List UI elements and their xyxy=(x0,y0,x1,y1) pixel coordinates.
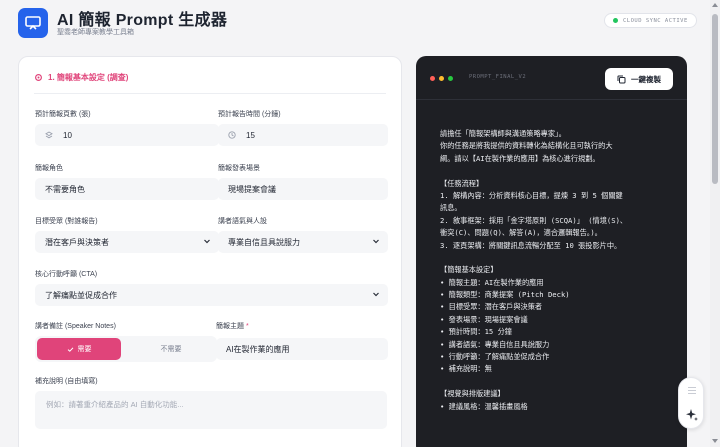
prompt-text: 請擔任「簡報架構師與溝通策略專家」。你的任務是將我提供的資料轉化為結構化且可執行… xyxy=(440,128,672,413)
extra-placeholder: 例如：請著重介紹產品的 AI 自動化功能... xyxy=(46,400,184,409)
extra-notes-textarea[interactable]: 例如：請著重介紹產品的 AI 自動化功能... xyxy=(35,391,387,429)
prompt-line: 你的任務是將我提供的資料轉化為結構化且可執行的大 xyxy=(440,141,613,151)
close-dot-icon xyxy=(430,76,435,81)
prompt-line xyxy=(440,252,672,264)
pages-input[interactable]: 10 xyxy=(35,124,219,146)
copy-icon xyxy=(617,75,626,83)
copy-button-label: 一鍵複製 xyxy=(631,74,661,84)
app-subtitle: 聖喬老師專案教學工具箱 xyxy=(57,29,134,36)
notes-yes-label: 需要 xyxy=(77,346,92,353)
scene-input[interactable]: 現場提案會議 xyxy=(218,178,388,200)
prompt-line: • 講者語氣：專業自信且具說服力 xyxy=(440,339,550,349)
prompt-line: • 簡報主題：AI在製作業的應用 xyxy=(440,277,544,287)
section-title-text: 1. 簡報基本設定 (調查) xyxy=(48,73,129,82)
audience-value: 潛在客戶與決策者 xyxy=(45,237,109,247)
cloud-sync-badge: CLOUD SYNC ACTIVE xyxy=(604,13,697,28)
cta-value: 了解痛點並促成合作 xyxy=(45,290,117,300)
duration-value: 15 xyxy=(246,130,255,140)
prompt-line: 衝突(C)、問題(Q)、解答(A)，適合邏輯報告。)。 xyxy=(440,228,602,238)
prompt-line: 2. 敘事框架：採用「金字塔原則 (SCQA)」 (情境(S)、 xyxy=(440,215,628,225)
prompt-line: 綱。請以【AI在製作業的應用】為核心進行規劃。 xyxy=(440,153,600,163)
scroll-up-arrow-icon[interactable] xyxy=(712,3,718,7)
audience-select[interactable]: 潛在客戶與決策者 xyxy=(35,231,219,253)
extra-label: 補充說明 (自由填寫) xyxy=(35,378,98,385)
chevron-down-icon xyxy=(373,292,379,297)
prompt-line: 【視覺與排版建議】 xyxy=(440,389,505,399)
prompt-line: 【簡報基本設定】 xyxy=(440,265,498,275)
prompt-preview-panel: PROMPT_FINAL_V2 一鍵複製 請擔任「簡報架構師與溝通策略專家」。你… xyxy=(416,56,687,447)
chevron-down-icon xyxy=(204,239,210,244)
chevron-down-icon xyxy=(373,239,379,244)
duration-label: 預計報告時間 (分鐘) xyxy=(218,111,281,118)
tone-label: 講者語氣與人設 xyxy=(218,218,267,225)
maximize-dot-icon xyxy=(448,76,453,81)
cta-label: 核心行動呼籲 (CTA) xyxy=(35,271,98,278)
prompt-line: 【任務流程】 xyxy=(440,178,484,188)
scroll-down-arrow-icon[interactable] xyxy=(712,439,718,443)
page-scrollbar[interactable] xyxy=(710,0,720,447)
layers-icon xyxy=(45,131,53,139)
divider xyxy=(34,93,386,94)
prompt-line: • 發表場景：現場提案會議 xyxy=(440,314,528,324)
divider xyxy=(416,99,687,100)
check-icon xyxy=(67,346,73,352)
status-dot-icon xyxy=(613,18,618,23)
topic-label: 簡報主題 * xyxy=(216,321,249,331)
pages-value: 10 xyxy=(63,130,72,140)
prompt-line: • 補充說明：無 xyxy=(440,364,492,374)
prompt-line: 1. 解構內容：分析資料核心目標，提煉 3 到 5 個關鍵 xyxy=(440,190,623,200)
scene-value: 現場提案會議 xyxy=(228,184,276,194)
tone-select[interactable]: 專業自信且具說服力 xyxy=(218,231,388,253)
speaker-notes-toggle: 需要 不需要 xyxy=(35,336,217,362)
preview-window-title: PROMPT_FINAL_V2 xyxy=(469,74,527,80)
audience-label: 目標受眾 (對誰報告) xyxy=(35,218,98,225)
app-header: AI 簡報 Prompt 生成器 聖喬老師專案教學工具箱 CLOUD SYNC … xyxy=(0,0,708,46)
duration-input[interactable]: 15 xyxy=(218,124,388,146)
cta-select[interactable]: 了解痛點並促成合作 xyxy=(35,284,388,306)
notes-no-option[interactable]: 不需要 xyxy=(129,338,213,360)
gear-icon xyxy=(35,74,42,81)
floating-tools xyxy=(678,377,704,429)
scroll-thumb[interactable] xyxy=(712,14,718,184)
prompt-line: • 建議風格：溫馨插畫風格 xyxy=(440,401,528,411)
notes-no-label: 不需要 xyxy=(160,346,182,353)
clock-icon xyxy=(228,131,236,139)
prompt-line: • 行動呼籲：了解痛點並促成合作 xyxy=(440,352,550,362)
topic-value: AI在製作業的應用 xyxy=(226,344,290,354)
topic-input[interactable]: AI在製作業的應用 xyxy=(216,338,388,360)
sparkle-icon[interactable] xyxy=(685,408,699,422)
copy-button[interactable]: 一鍵複製 xyxy=(605,68,673,90)
window-controls xyxy=(430,76,453,81)
minimize-dot-icon xyxy=(439,76,444,81)
prompt-line: • 目標受眾：潛在客戶與決策者 xyxy=(440,302,543,312)
tone-value: 專業自信且具說服力 xyxy=(228,237,300,247)
prompt-line xyxy=(440,376,672,388)
prompt-line: 3. 逐頁架構：將關鍵訊息流暢分配至 10 張投影片中。 xyxy=(440,240,622,250)
prompt-line: • 預計時間：15 分鐘 xyxy=(440,327,512,337)
pages-label: 預計簡報頁數 (張) xyxy=(35,111,91,118)
prompt-line: 訊息。 xyxy=(440,203,462,213)
required-marker: * xyxy=(245,323,249,330)
topic-label-text: 簡報主題 xyxy=(216,323,244,330)
role-value: 不需要角色 xyxy=(45,184,85,194)
settings-form-panel: 1. 簡報基本設定 (調查) 預計簡報頁數 (張) 10 預計報告時間 (分鐘)… xyxy=(18,56,402,447)
role-input[interactable]: 不需要角色 xyxy=(35,178,219,200)
sync-status-text: CLOUD SYNC ACTIVE xyxy=(623,17,688,24)
prompt-line xyxy=(440,165,672,177)
notes-label: 講者備註 (Speaker Notes) xyxy=(35,323,116,330)
menu-lines-icon[interactable] xyxy=(688,387,696,396)
prompt-line: 請擔任「簡報架構師與溝通策略專家」。 xyxy=(440,129,566,138)
scene-label: 簡報發表場景 xyxy=(218,165,260,172)
section-title: 1. 簡報基本設定 (調查) xyxy=(34,72,128,83)
role-label: 簡報角色 xyxy=(35,165,63,172)
prompt-line: • 簡報類型：商業提案 (Pitch Deck) xyxy=(440,290,570,300)
presentation-logo-icon xyxy=(18,8,48,38)
notes-yes-option[interactable]: 需要 xyxy=(37,338,121,360)
